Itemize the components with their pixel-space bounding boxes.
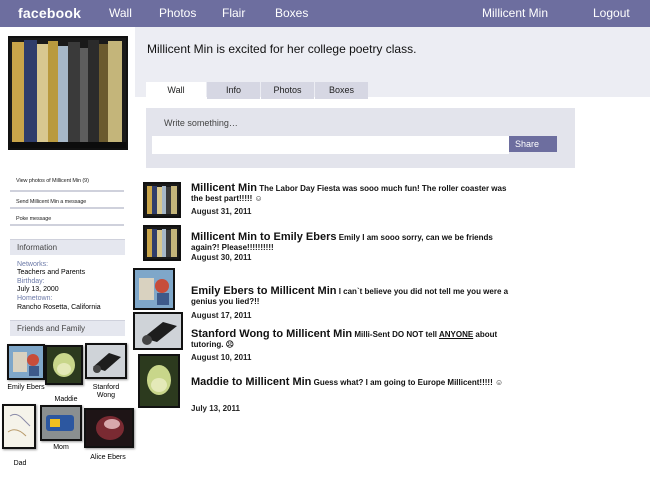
bookshelf-thumbnail bbox=[145, 227, 179, 259]
nav-flair-link[interactable]: Flair bbox=[222, 6, 245, 20]
birthday-value: July 13, 2000 bbox=[17, 286, 59, 293]
friend-thumbnail bbox=[135, 270, 173, 308]
friend-photo-maddie[interactable] bbox=[45, 345, 83, 385]
bookshelf-image bbox=[10, 38, 126, 148]
post-author-photo[interactable] bbox=[133, 312, 183, 350]
tab-wall[interactable]: Wall bbox=[146, 82, 206, 99]
friend-photo-emily-ebers[interactable] bbox=[7, 344, 45, 380]
networks-value: Teachers and Parents bbox=[17, 269, 86, 276]
nav-boxes-link[interactable]: Boxes bbox=[275, 6, 308, 20]
facebook-logo[interactable]: facebook bbox=[18, 5, 81, 21]
tab-info[interactable]: Info bbox=[207, 82, 260, 99]
divider bbox=[10, 207, 124, 209]
friend-name-emily-ebers[interactable]: Emily Ebers bbox=[6, 384, 46, 392]
wall-post-input[interactable] bbox=[152, 136, 509, 154]
wall-composer: Write something… Share bbox=[146, 108, 575, 168]
post-1: Millicent Min The Labor Day Fiesta was s… bbox=[191, 183, 511, 204]
friend-name-mom[interactable]: Mom bbox=[42, 444, 80, 452]
status-line: Millicent Min is excited for her college… bbox=[147, 42, 416, 56]
friend-thumbnail bbox=[140, 356, 178, 406]
post-date: August 31, 2011 bbox=[191, 207, 252, 216]
friend-photo-image bbox=[87, 345, 125, 377]
view-photos-link[interactable]: View photos of Millicent Min (9) bbox=[16, 178, 89, 184]
friend-photo-mom[interactable] bbox=[40, 405, 82, 441]
friend-photo-image bbox=[9, 346, 43, 378]
friend-photo-image bbox=[86, 410, 132, 446]
post-author-photo[interactable] bbox=[143, 182, 181, 218]
friend-name-dad[interactable]: Dad bbox=[2, 460, 38, 468]
friends-heading: Friends and Family bbox=[10, 320, 125, 336]
post-3: Emily Ebers to Millicent Min I can`t bel… bbox=[191, 286, 511, 307]
poke-message-link[interactable]: Poke message bbox=[16, 216, 51, 222]
bookshelf-thumbnail bbox=[145, 184, 179, 216]
post-author-link[interactable]: Millicent Min bbox=[191, 182, 257, 194]
friend-photo-image bbox=[42, 407, 80, 439]
friend-photo-image bbox=[4, 406, 34, 447]
post-author-photo[interactable] bbox=[138, 354, 180, 408]
post-message-start: Milli-Sent DO NOT tell bbox=[352, 330, 439, 339]
friend-photo-alice-ebers[interactable] bbox=[84, 408, 134, 448]
friend-photo-dad[interactable] bbox=[2, 404, 36, 449]
sidebar-links: View photos of Millicent Min (9) Send Mi… bbox=[10, 178, 124, 228]
post-message-emphasis: ANYONE bbox=[438, 330, 474, 339]
friend-name-maddie[interactable]: Maddie bbox=[47, 396, 85, 404]
friend-photo-stanford-wong[interactable] bbox=[85, 343, 127, 379]
nav-wall-link[interactable]: Wall bbox=[109, 6, 132, 20]
nav-user-link[interactable]: Millicent Min bbox=[482, 6, 548, 20]
post-author-link[interactable]: Maddie to Millicent Min bbox=[191, 376, 311, 388]
hometown-label: Hometown: bbox=[17, 295, 53, 302]
post-5: Maddie to Millicent Min Guess what? I am… bbox=[191, 377, 511, 388]
post-4: Stanford Wong to Millicent Min Milli-Sen… bbox=[191, 329, 511, 350]
share-button[interactable]: Share bbox=[509, 136, 557, 152]
tab-boxes[interactable]: Boxes bbox=[315, 82, 368, 99]
information-heading: Information bbox=[10, 239, 125, 255]
post-date: August 10, 2011 bbox=[191, 353, 252, 362]
nav-photos-link[interactable]: Photos bbox=[159, 6, 196, 20]
status-text: is excited for her college poetry class. bbox=[213, 42, 417, 56]
nav-logout-link[interactable]: Logout bbox=[593, 6, 630, 20]
status-user-name[interactable]: Millicent Min bbox=[147, 42, 213, 56]
post-author-link[interactable]: Stanford Wong to Millicent Min bbox=[191, 328, 352, 340]
post-date: August 30, 2011 bbox=[191, 253, 252, 262]
post-2: Millicent Min to Emily Ebers Emily I am … bbox=[191, 232, 511, 253]
post-message: Guess what? I am going to Europe Millice… bbox=[311, 378, 504, 387]
networks-label: Networks: bbox=[17, 261, 49, 268]
post-author-photo[interactable] bbox=[143, 225, 181, 261]
profile-picture[interactable] bbox=[8, 36, 128, 150]
tab-photos[interactable]: Photos bbox=[261, 82, 314, 99]
post-author-link[interactable]: Millicent Min to Emily Ebers bbox=[191, 231, 336, 243]
divider bbox=[10, 224, 124, 226]
hometown-value: Rancho Rosetta, California bbox=[17, 304, 101, 311]
birthday-label: Birthday: bbox=[17, 278, 45, 285]
divider bbox=[10, 190, 124, 192]
friend-name-alice-ebers[interactable]: Alice Ebers bbox=[82, 454, 134, 462]
friend-thumbnail bbox=[135, 314, 181, 348]
post-author-photo[interactable] bbox=[133, 268, 175, 310]
top-nav-bar: facebook Wall Photos Flair Boxes Millice… bbox=[0, 0, 650, 27]
post-author-link[interactable]: Emily Ebers to Millicent Min bbox=[191, 285, 336, 297]
friend-name-stanford-wong[interactable]: Stanford Wong bbox=[86, 384, 126, 400]
send-message-link[interactable]: Send Millicent Min a message bbox=[16, 199, 86, 205]
friend-photo-image bbox=[47, 347, 81, 383]
post-date: August 17, 2011 bbox=[191, 311, 252, 320]
post-date: July 13, 2011 bbox=[191, 404, 240, 413]
composer-prompt: Write something… bbox=[164, 118, 238, 128]
